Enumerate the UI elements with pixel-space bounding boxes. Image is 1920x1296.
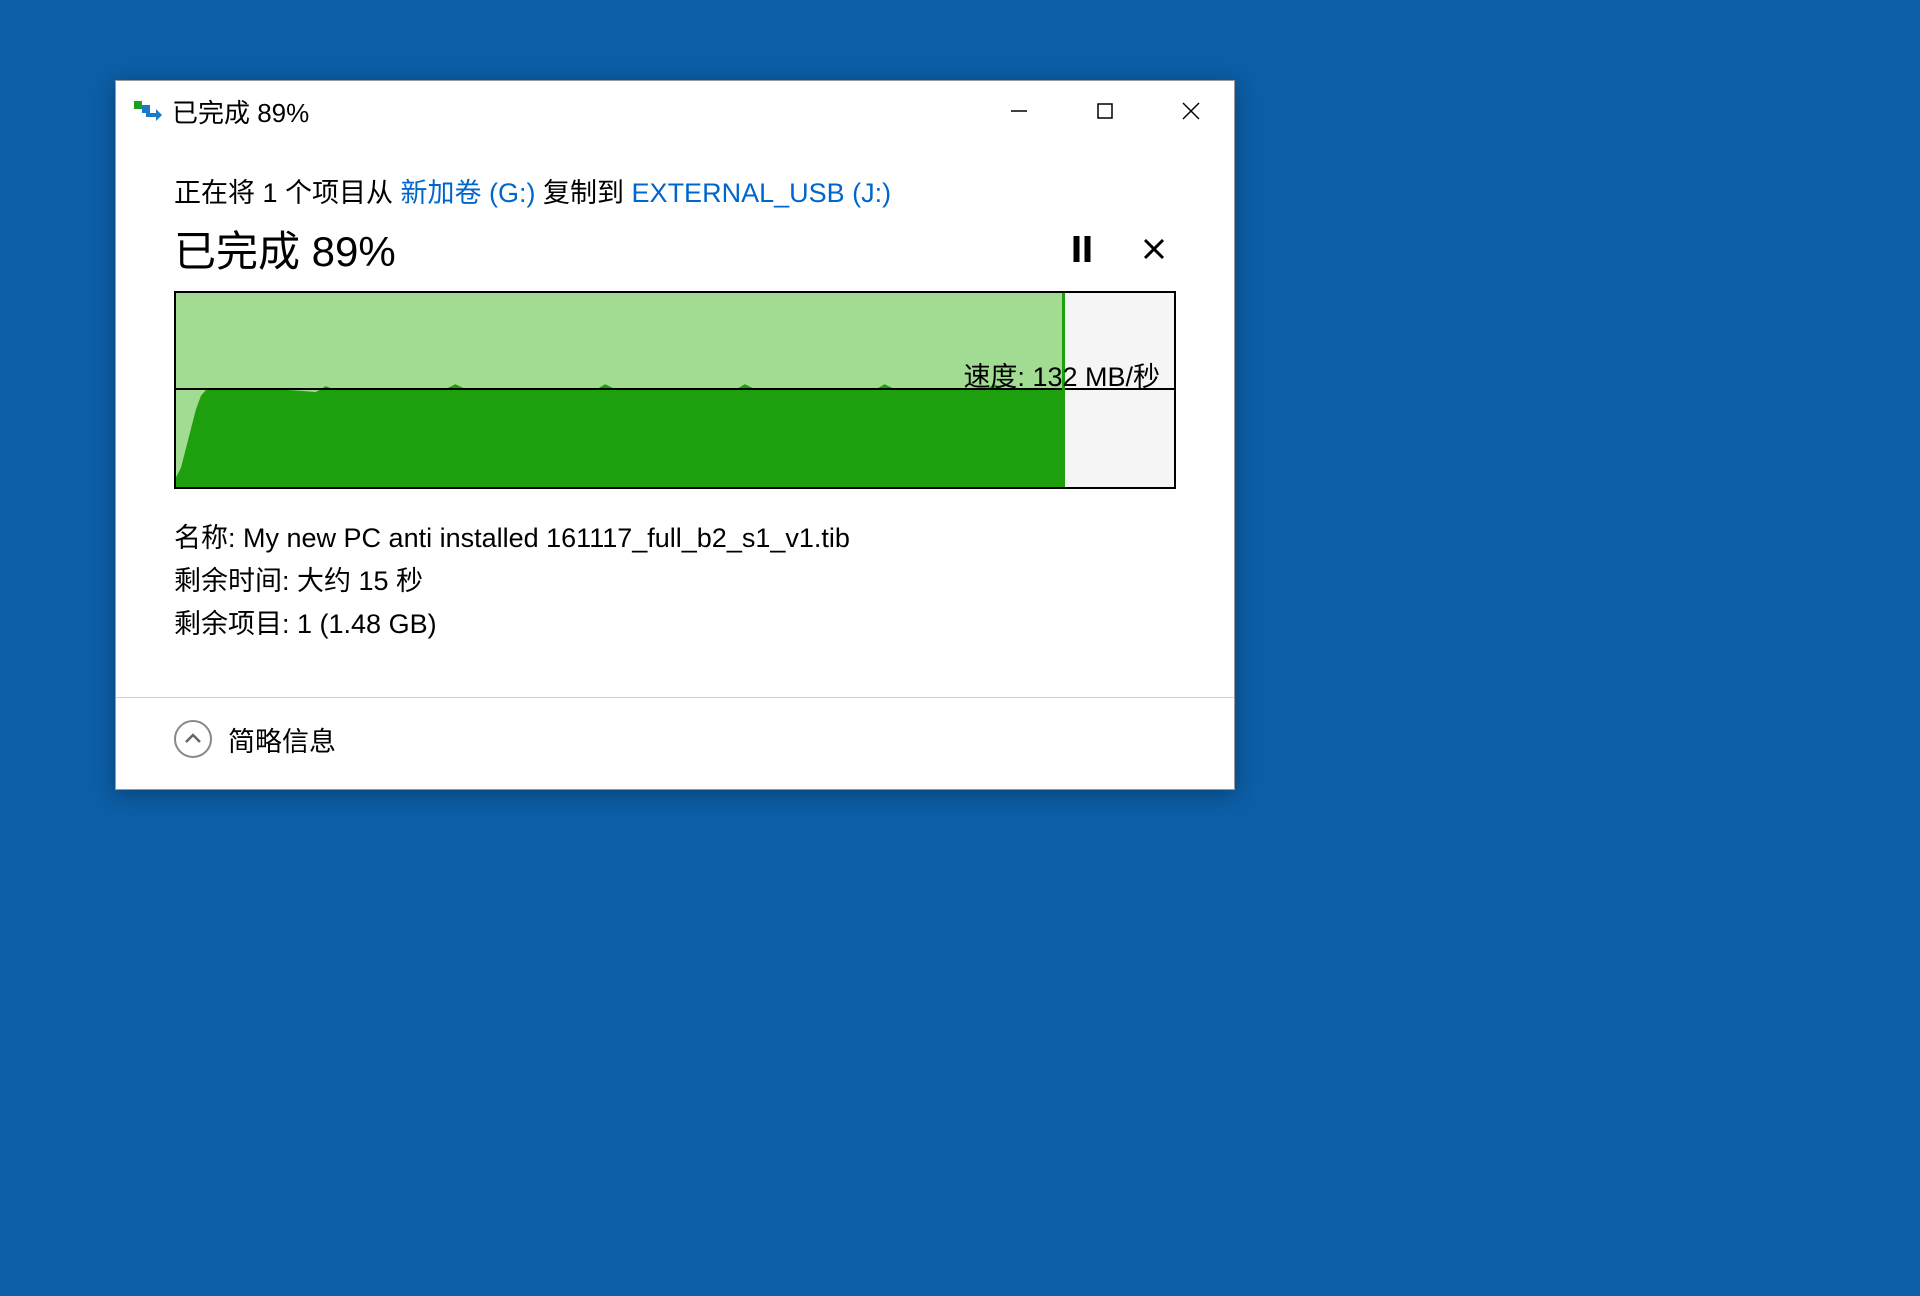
items-value: 1 (1.48 GB) bbox=[297, 609, 437, 639]
file-name-line: 名称: My new PC anti installed 161117_full… bbox=[174, 517, 1176, 560]
copy-progress-icon bbox=[134, 99, 162, 123]
titlebar: 已完成 89% bbox=[116, 81, 1234, 141]
items-label: 剩余项目: bbox=[174, 609, 297, 639]
close-button[interactable] bbox=[1148, 81, 1234, 141]
window-title: 已完成 89% bbox=[172, 93, 976, 130]
copy-description: 正在将 1 个项目从 新加卷 (G:) 复制到 EXTERNAL_USB (J:… bbox=[174, 171, 1176, 210]
items-remaining-line: 剩余项目: 1 (1.48 GB) bbox=[174, 603, 1176, 646]
copy-mid: 复制到 bbox=[536, 178, 632, 208]
dialog-footer: 简略信息 bbox=[116, 697, 1234, 789]
source-link[interactable]: 新加卷 (G:) bbox=[401, 178, 536, 208]
copy-prefix: 正在将 1 个项目从 bbox=[174, 178, 401, 208]
dialog-content: 正在将 1 个项目从 新加卷 (G:) 复制到 EXTERNAL_USB (J:… bbox=[116, 141, 1234, 647]
time-value: 大约 15 秒 bbox=[297, 566, 423, 596]
progress-text: 已完成 89% bbox=[174, 218, 396, 279]
toggle-details-button[interactable] bbox=[174, 720, 212, 758]
speed-chart: 速度: 132 MB/秒 bbox=[174, 291, 1176, 489]
toggle-details-label[interactable]: 简略信息 bbox=[228, 720, 336, 759]
progress-controls bbox=[1072, 236, 1176, 262]
minimize-button[interactable] bbox=[976, 81, 1062, 141]
file-copy-dialog: 已完成 89% 正在将 1 个项目从 新加卷 (G:) 复制到 EXTERNAL… bbox=[115, 80, 1235, 790]
name-value: My new PC anti installed 161117_full_b2_… bbox=[243, 523, 850, 553]
window-controls bbox=[976, 81, 1234, 141]
cancel-button[interactable] bbox=[1142, 236, 1166, 262]
name-label: 名称: bbox=[174, 523, 243, 553]
maximize-button[interactable] bbox=[1062, 81, 1148, 141]
pause-button[interactable] bbox=[1072, 236, 1092, 262]
progress-row: 已完成 89% bbox=[174, 218, 1176, 279]
time-label: 剩余时间: bbox=[174, 566, 297, 596]
dest-link[interactable]: EXTERNAL_USB (J:) bbox=[632, 178, 892, 208]
speed-label: 速度: 132 MB/秒 bbox=[963, 355, 1160, 394]
time-remaining-line: 剩余时间: 大约 15 秒 bbox=[174, 560, 1176, 603]
